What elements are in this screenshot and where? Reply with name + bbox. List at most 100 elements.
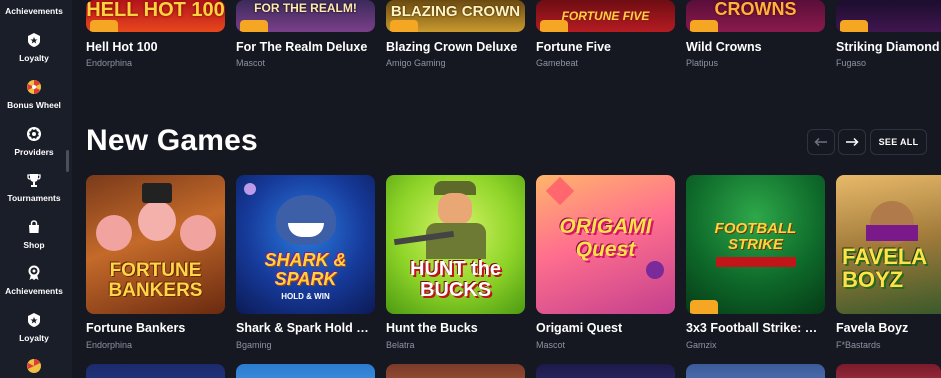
game-thumbnail[interactable] — [686, 364, 825, 378]
achievements-icon — [28, 265, 40, 280]
game-title[interactable]: Hell Hot 100 — [86, 40, 226, 54]
sidebar-item-loyalty[interactable]: Loyalty — [0, 32, 68, 63]
game-provider: Amigo Gaming — [386, 58, 446, 68]
game-title[interactable]: Origami Quest — [536, 321, 676, 335]
game-art-text: HUNT the BUCKS — [409, 258, 502, 301]
game-provider: Gamebeat — [536, 58, 579, 68]
sidebar-item-label: Achievements — [5, 286, 63, 296]
game-provider: F*Bastards — [836, 340, 881, 350]
sidebar-item-providers[interactable]: Providers — [0, 126, 68, 157]
game-provider: Endorphina — [86, 340, 133, 350]
game-art-text: FAVELA BOYZ — [842, 244, 927, 293]
game-art-text: BLAZING CROWN — [390, 3, 521, 20]
game-thumbnail[interactable]: FORTUNE BANKERS — [86, 175, 225, 314]
game-provider: Endorphina — [86, 58, 133, 68]
game-art-text: HELL HOT 100 — [86, 0, 225, 21]
sidebar-item-tournaments[interactable]: Tournaments — [0, 172, 68, 203]
game-thumbnail[interactable] — [236, 364, 375, 378]
game-thumbnail[interactable]: FOR THE REALM! — [236, 0, 375, 32]
see-all-button[interactable]: SEE ALL — [870, 129, 927, 155]
game-subtitle-art: HOLD & WIN — [281, 292, 330, 301]
game-title[interactable]: Striking Diamond 3x3 — [836, 40, 941, 54]
game-provider: Mascot — [536, 340, 566, 350]
game-art-text: CROWNS — [714, 0, 797, 19]
game-provider: Platipus — [686, 58, 719, 68]
game-thumbnail[interactable] — [86, 364, 225, 378]
game-title[interactable]: Fortune Five — [536, 40, 676, 54]
game-thumbnail[interactable]: FAVELA BOYZ — [836, 175, 941, 314]
game-provider: Belatra — [386, 340, 415, 350]
section-title: New Games — [86, 124, 258, 157]
game-thumbnail[interactable] — [836, 364, 941, 378]
bubble-decoration — [244, 183, 256, 195]
shark-illustration — [276, 195, 336, 245]
pig-illustration — [180, 215, 216, 251]
game-title[interactable]: Fortune Bankers — [86, 321, 226, 335]
pig-illustration — [138, 201, 176, 241]
sidebar-item-loyalty-2[interactable]: Loyalty — [0, 312, 68, 343]
game-thumbnail[interactable]: FORTUNE FIVE — [536, 0, 675, 32]
game-title[interactable]: Shark & Spark Hold & Win — [236, 321, 376, 335]
hot-badge — [840, 20, 868, 32]
plum-decoration — [646, 261, 664, 279]
game-art-text: SHARK & SPARK — [264, 250, 347, 289]
loyalty-icon — [28, 313, 40, 327]
scroll-left-button[interactable] — [807, 129, 835, 155]
hunter-face-illustration — [438, 193, 472, 225]
trophy-icon — [27, 174, 41, 187]
game-provider: Gamzix — [686, 340, 717, 350]
game-title[interactable]: 3x3 Football Strike: Hold the Spin — [686, 321, 826, 335]
sidebar-scrollbar[interactable] — [66, 150, 69, 172]
sidebar-item-label: Providers — [14, 147, 54, 157]
shop-bag-icon — [29, 220, 39, 233]
hot-badge — [90, 20, 118, 32]
arrow-right-icon — [846, 137, 859, 147]
hot-badge — [690, 300, 718, 314]
game-thumbnail[interactable]: BLAZING CROWN — [386, 0, 525, 32]
sidebar-item-bonus-wheel-2[interactable] — [0, 358, 68, 374]
game-provider: Fugaso — [836, 58, 867, 68]
game-thumbnail[interactable] — [386, 364, 525, 378]
game-provider: Bgaming — [236, 340, 272, 350]
game-thumbnail[interactable]: ORIGAMI Quest — [536, 175, 675, 314]
origami-decoration — [545, 176, 575, 206]
providers-icon — [27, 127, 41, 141]
game-art-text: ORIGAMI Quest — [559, 215, 652, 262]
game-thumbnail[interactable]: CROWNS — [686, 0, 825, 32]
hunter-body-illustration — [426, 223, 486, 259]
game-thumbnail[interactable]: SHARK & SPARK HOLD & WIN — [236, 175, 375, 314]
game-title[interactable]: Wild Crowns — [686, 40, 826, 54]
hot-badge — [540, 20, 568, 32]
hot-badge — [240, 20, 268, 32]
sidebar-item-shop[interactable]: Shop — [0, 219, 68, 250]
game-title[interactable]: For The Realm Deluxe — [236, 40, 376, 54]
game-art-text: FOR THE REALM! — [254, 1, 357, 15]
game-thumbnail[interactable] — [836, 0, 941, 32]
hot-badge — [690, 20, 718, 32]
sidebar-item-achievements-2[interactable]: Achievements — [0, 265, 68, 296]
game-thumbnail[interactable] — [536, 364, 675, 378]
game-thumbnail[interactable]: FOOTBALL STRIKE — [686, 175, 825, 314]
sidebar: Achievements Loyalty Bonus Wheel Provide… — [0, 0, 72, 378]
game-provider: Mascot — [236, 58, 266, 68]
sidebar-item-label: Tournaments — [7, 193, 61, 203]
sidebar-item-label: Shop — [23, 240, 45, 250]
hot-badge — [390, 20, 418, 32]
game-art-text: FORTUNE BANKERS — [108, 260, 203, 301]
scroll-right-button[interactable] — [838, 129, 866, 155]
game-thumbnail[interactable]: HUNT the BUCKS — [386, 175, 525, 314]
pig-illustration — [96, 215, 132, 251]
loyalty-icon — [28, 33, 40, 47]
game-art-text: FOOTBALL STRIKE — [714, 220, 797, 253]
bonus-wheel-icon — [27, 80, 41, 94]
sidebar-item-bonus-wheel[interactable]: Bonus Wheel — [0, 79, 68, 110]
game-title[interactable]: Favela Boyz — [836, 321, 941, 335]
sidebar-item-label: Loyalty — [19, 53, 49, 63]
sidebar-item-label: Achievements — [5, 6, 63, 16]
game-thumbnail[interactable]: HELL HOT 100 — [86, 0, 225, 32]
top-hat-illustration — [142, 183, 172, 203]
game-title[interactable]: Blazing Crown Deluxe — [386, 40, 526, 54]
bandana-illustration — [866, 225, 918, 241]
sidebar-item-achievements[interactable]: Achievements — [0, 0, 68, 16]
game-title[interactable]: Hunt the Bucks — [386, 321, 526, 335]
